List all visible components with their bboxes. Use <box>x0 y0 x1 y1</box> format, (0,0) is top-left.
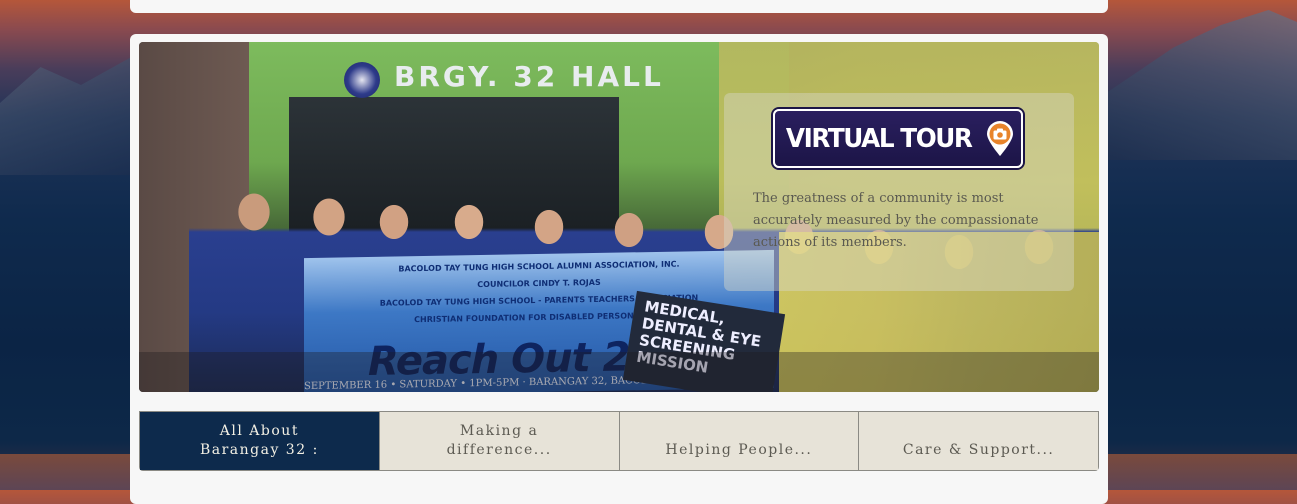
content-tabs: All About Barangay 32 : Making a differe… <box>139 411 1099 471</box>
tab-making-a-difference[interactable]: Making a difference... <box>379 412 620 470</box>
background-mountain-right <box>1107 10 1297 160</box>
barangay-seal-icon <box>344 62 380 98</box>
virtual-tour-button[interactable]: VIRTUAL TOUR <box>773 109 1023 168</box>
banner-line-1: BACOLOD TAY TUNG HIGH SCHOOL ALUMNI ASSO… <box>398 259 680 274</box>
community-quote: The greatness of a community is most acc… <box>753 191 1039 250</box>
top-card <box>130 0 1108 13</box>
hero-shade <box>139 352 1099 392</box>
tab-label: Making a difference... <box>446 423 552 458</box>
virtual-tour-label: VIRTUAL TOUR <box>786 123 973 154</box>
tab-care-and-support[interactable]: Care & Support... <box>859 412 1098 470</box>
background-mountain-left <box>0 55 135 175</box>
camera-pin-icon <box>985 120 1015 157</box>
tab-helping-people[interactable]: Helping People... <box>619 412 860 470</box>
tab-label: All About Barangay 32 : <box>199 423 319 458</box>
building-sign: BRGY. 32 HALL <box>394 60 664 93</box>
tab-label: Care & Support... <box>902 442 1055 458</box>
tab-all-about-barangay[interactable]: All About Barangay 32 : <box>140 412 380 470</box>
banner-line-2: COUNCILOR CINDY T. ROJAS <box>477 277 601 290</box>
tab-label: Helping People... <box>665 442 813 458</box>
